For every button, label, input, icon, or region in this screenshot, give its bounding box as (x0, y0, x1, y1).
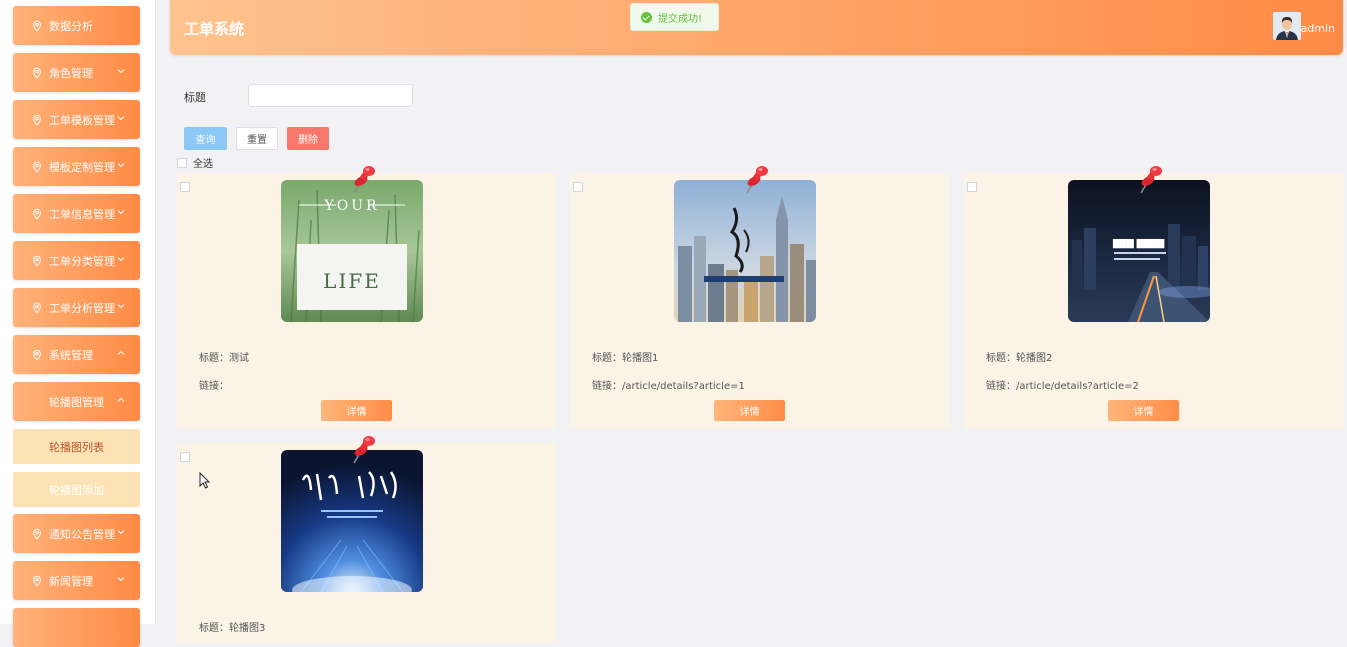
sidebar-item-label: 数据分析 (49, 19, 93, 33)
location-pin-icon (31, 349, 43, 361)
card-image-grass: YOUR LIFE (281, 180, 423, 322)
select-all[interactable]: 全选 (177, 155, 213, 170)
card-image-city (674, 180, 816, 322)
mouse-cursor-icon (199, 472, 211, 489)
user-avatar-icon (1273, 12, 1301, 40)
sidebar-subitem-label: 轮播图列表 (49, 440, 104, 454)
sidebar-item-label: 角色管理 (49, 66, 93, 80)
detail-button[interactable]: 详情 (1108, 400, 1179, 421)
chevron-down-icon (116, 301, 126, 311)
carousel-card: ▇▇▇ ▇▇▇▇ 标题：轮播图2 链接：/article/details?art… (964, 173, 1344, 429)
chevron-down-icon (116, 207, 126, 217)
sidebar-subitem-carousel-list[interactable]: 轮播图列表 (13, 429, 140, 464)
delete-button[interactable]: 删除 (287, 127, 329, 150)
card-title: 标题：轮播图3 (199, 623, 266, 634)
query-button[interactable]: 查询 (184, 127, 227, 150)
select-all-label: 全选 (193, 159, 213, 170)
card-checkbox[interactable] (573, 182, 583, 192)
location-pin-icon (31, 575, 43, 587)
card-image-blue-planet (281, 450, 423, 592)
svg-text:LIFE: LIFE (323, 269, 381, 293)
reset-button[interactable]: 重置 (236, 127, 278, 150)
sidebar-item-news-management[interactable]: 新闻管理 (13, 561, 140, 600)
sidebar-item-more[interactable] (13, 608, 140, 647)
sidebar-item-ticket-category[interactable]: 工单分类管理 (13, 241, 140, 280)
chevron-up-icon (116, 348, 126, 358)
sidebar-item-data-analysis[interactable]: 数据分析 (13, 6, 140, 45)
card-link: 链接： (199, 381, 229, 392)
pushpin-icon (744, 165, 770, 195)
svg-text:▇▇▇ ▇▇▇▇: ▇▇▇ ▇▇▇▇ (1112, 238, 1165, 249)
user-name[interactable]: admin (1301, 22, 1335, 35)
toast-message: 提交成功! (658, 13, 703, 25)
card-link: 链接：/article/details?article=2 (986, 381, 1139, 392)
sidebar: 数据分析 角色管理 工单模板管理 模板定制管理 工单信息管理 工单分类管理 工单… (0, 0, 156, 647)
sidebar-subitem-carousel-add[interactable]: 轮播图添加 (13, 472, 140, 507)
chevron-down-icon (116, 66, 126, 76)
success-toast: 提交成功! (630, 3, 719, 31)
avatar[interactable] (1273, 12, 1301, 40)
sidebar-item-ticket-analysis[interactable]: 工单分析管理 (13, 288, 140, 327)
pushpin-icon (1138, 165, 1164, 195)
card-link: 链接：/article/details?article=1 (592, 381, 745, 392)
location-pin-icon (31, 302, 43, 314)
chevron-up-icon (116, 395, 126, 405)
card-title: 标题：测试 (199, 353, 249, 364)
sidebar-item-label: 模板定制管理 (49, 160, 115, 174)
detail-button[interactable]: 详情 (714, 400, 785, 421)
sidebar-item-carousel-management[interactable]: 轮播图管理 (13, 382, 140, 421)
select-all-checkbox[interactable] (177, 157, 187, 168)
card-checkbox[interactable] (967, 182, 977, 192)
location-pin-icon (31, 20, 43, 32)
top-header: 工单系统 admin (170, 0, 1343, 55)
chevron-down-icon (116, 160, 126, 170)
sidebar-item-notice-management[interactable]: 通知公告管理 (13, 514, 140, 553)
chevron-down-icon (116, 254, 126, 264)
check-circle-icon (641, 11, 652, 23)
sidebar-item-label: 通知公告管理 (49, 527, 115, 541)
location-pin-icon (31, 255, 43, 267)
title-search-input[interactable] (248, 84, 413, 107)
location-pin-icon (31, 114, 43, 126)
carousel-card: YOUR LIFE 标题：测试 链接： 详情 (177, 173, 556, 429)
title-filter-label: 标题 (184, 91, 206, 104)
sidebar-item-system-management[interactable]: 系统管理 (13, 335, 140, 374)
card-image-night-city: ▇▇▇ ▇▇▇▇ (1068, 180, 1210, 322)
sidebar-item-label: 轮播图管理 (49, 395, 104, 409)
sidebar-item-label: 工单信息管理 (49, 207, 115, 221)
sidebar-item-label: 新闻管理 (49, 574, 93, 588)
location-pin-icon (31, 528, 43, 540)
location-pin-icon (31, 161, 43, 173)
svg-text:YOUR: YOUR (323, 198, 379, 214)
sidebar-item-label: 系统管理 (49, 348, 93, 362)
app-title: 工单系统 (184, 20, 245, 38)
location-pin-icon (31, 67, 43, 79)
detail-button[interactable]: 详情 (321, 400, 392, 421)
card-title: 标题：轮播图2 (986, 353, 1053, 364)
sidebar-item-role-management[interactable]: 角色管理 (13, 53, 140, 92)
sidebar-subitem-label: 轮播图添加 (49, 483, 104, 497)
carousel-card: 标题：轮播图3 (177, 443, 556, 643)
card-checkbox[interactable] (180, 182, 190, 192)
pushpin-icon (351, 435, 377, 465)
pushpin-icon (351, 165, 377, 195)
sidebar-item-template-customization[interactable]: 模板定制管理 (13, 147, 140, 186)
sidebar-item-ticket-template[interactable]: 工单模板管理 (13, 100, 140, 139)
sidebar-item-label: 工单模板管理 (49, 113, 115, 127)
card-checkbox[interactable] (180, 452, 190, 462)
carousel-card: 标题：轮播图1 链接：/article/details?article=1 详情 (570, 173, 950, 429)
sidebar-item-ticket-info[interactable]: 工单信息管理 (13, 194, 140, 233)
card-title: 标题：轮播图1 (592, 353, 659, 364)
location-pin-icon (31, 208, 43, 220)
chevron-down-icon (116, 527, 126, 537)
sidebar-item-label: 工单分类管理 (49, 254, 115, 268)
chevron-down-icon (116, 574, 126, 584)
sidebar-item-label: 工单分析管理 (49, 301, 115, 315)
chevron-down-icon (116, 113, 126, 123)
